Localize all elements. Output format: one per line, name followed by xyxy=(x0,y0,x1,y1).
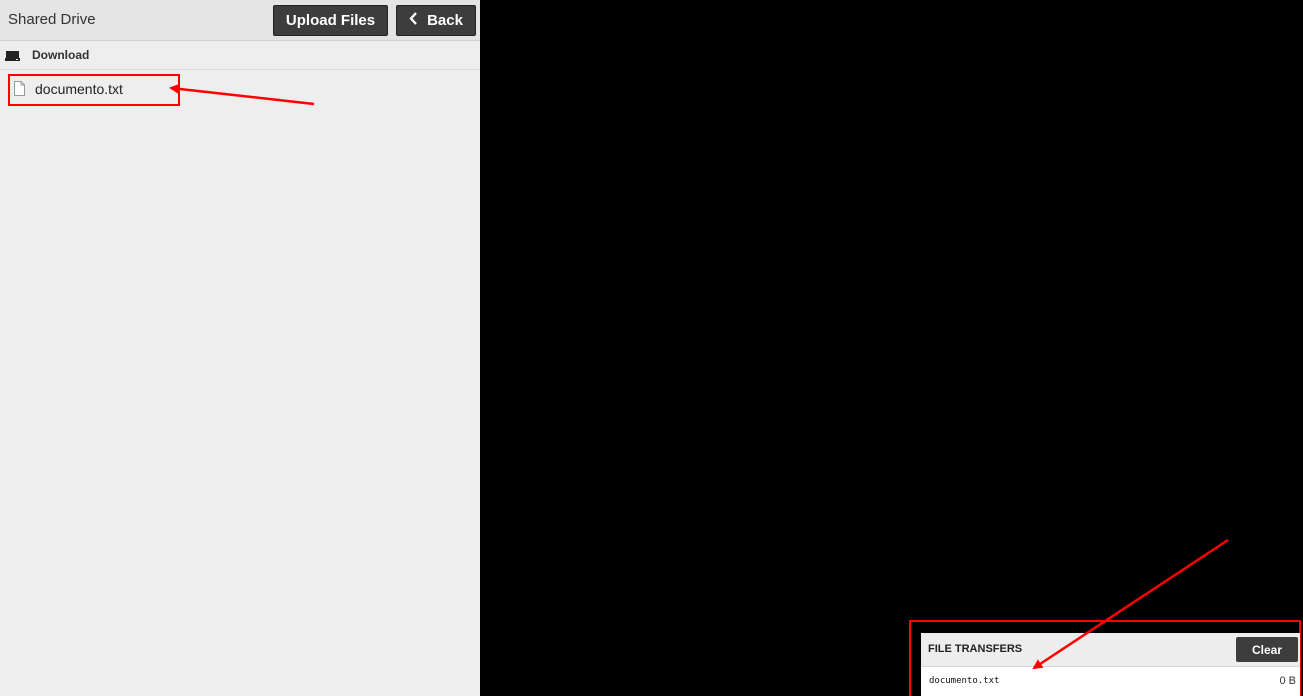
shared-drive-panel: Shared Drive Upload Files Back Download xyxy=(0,0,480,696)
transfer-item[interactable]: documento.txt 0 B xyxy=(921,667,1300,696)
upload-files-button[interactable]: Upload Files xyxy=(273,5,388,36)
transfer-file-name: documento.txt xyxy=(929,676,1000,686)
breadcrumb-download[interactable]: Download xyxy=(32,48,89,62)
file-name: documento.txt xyxy=(35,81,123,97)
file-transfers-panel: FILE TRANSFERS Clear documento.txt 0 B xyxy=(921,633,1300,696)
file-icon xyxy=(14,81,25,96)
screen: Shared Drive Upload Files Back Download xyxy=(0,0,1303,696)
drive-title: Shared Drive xyxy=(8,11,96,28)
drive-header: Shared Drive Upload Files Back xyxy=(0,0,480,41)
file-item-documento[interactable]: documento.txt xyxy=(8,74,180,106)
back-label: Back xyxy=(427,12,463,29)
upload-files-label: Upload Files xyxy=(285,12,376,29)
file-transfers-title: FILE TRANSFERS xyxy=(928,643,1023,655)
back-button[interactable]: Back xyxy=(396,5,476,36)
clear-button[interactable]: Clear xyxy=(1236,637,1298,662)
chevron-left-icon xyxy=(409,12,418,29)
file-transfers-header: FILE TRANSFERS Clear xyxy=(921,633,1300,667)
clear-label: Clear xyxy=(1251,642,1283,657)
breadcrumb: Download xyxy=(0,41,480,70)
drive-icon xyxy=(5,49,21,61)
transfer-file-size: 0 B xyxy=(1279,675,1296,687)
